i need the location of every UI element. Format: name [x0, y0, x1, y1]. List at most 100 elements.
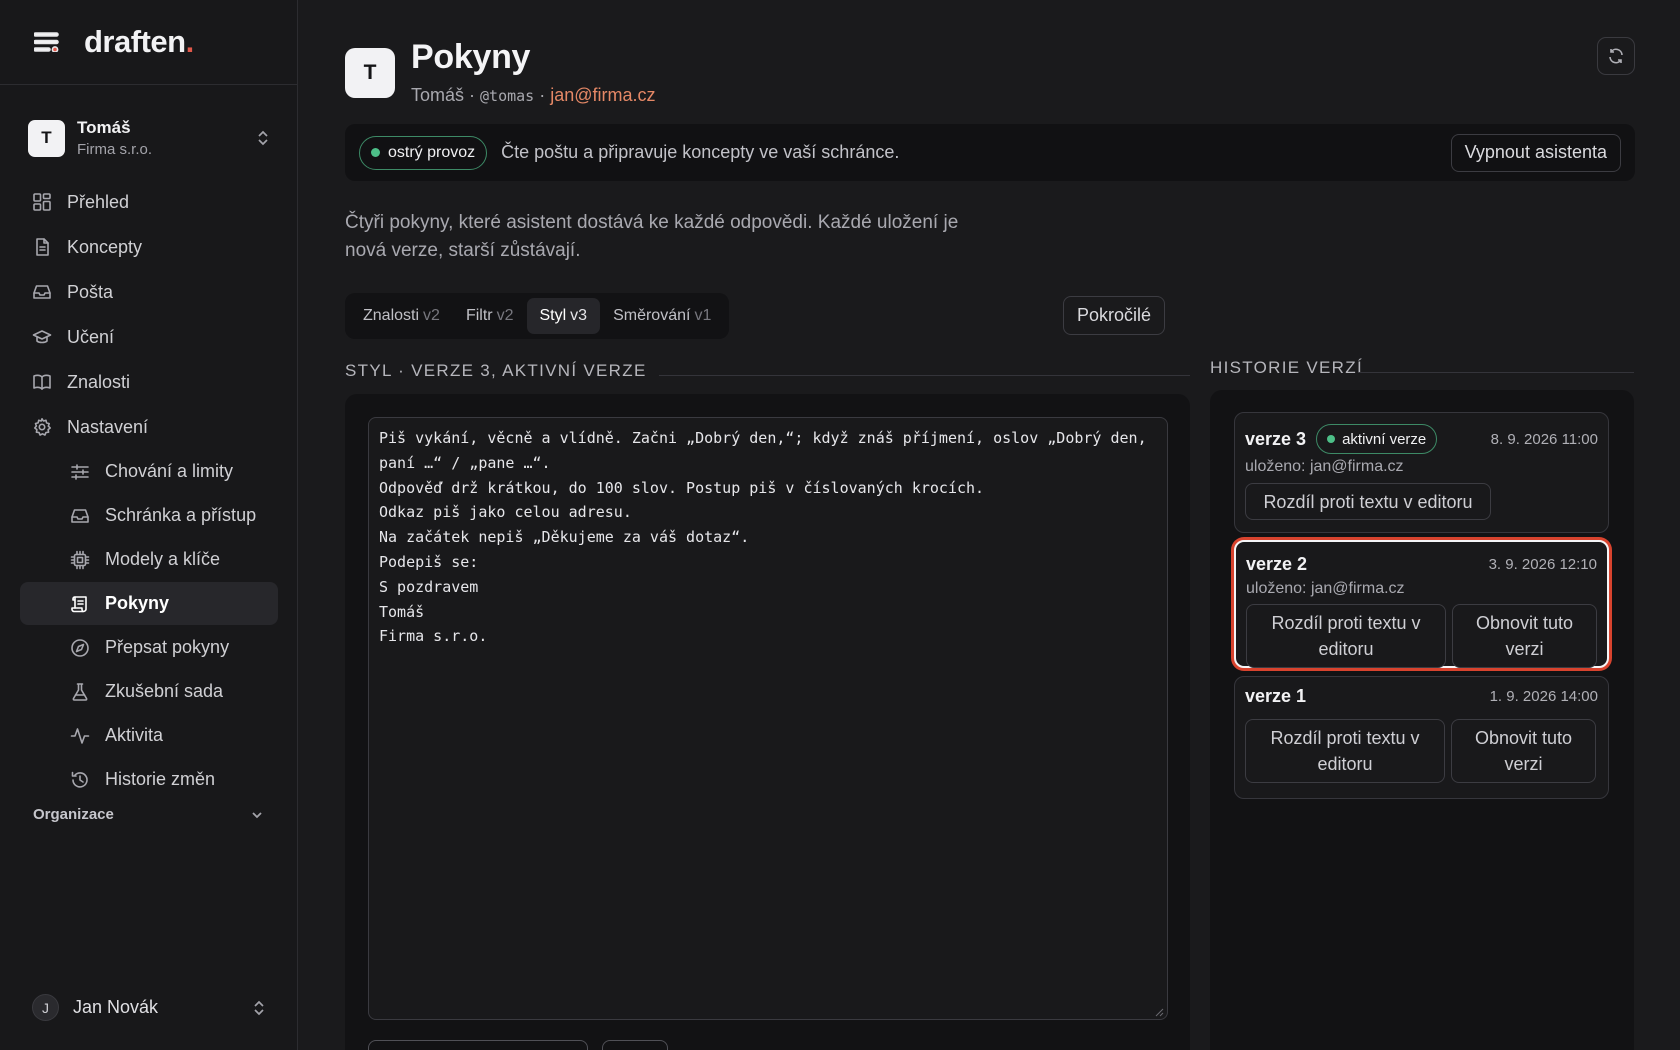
diff-button[interactable]: Rozdíl proti textu v editoru	[1245, 719, 1445, 783]
history-icon	[70, 770, 90, 790]
version-date: 8. 9. 2026 11:00	[1490, 430, 1598, 448]
sidebar-item-koncepty[interactable]: Koncepty	[20, 225, 278, 269]
history-section-label: HISTORIE VERZÍ	[1210, 358, 1363, 377]
tab-version: v3	[570, 307, 588, 324]
status-badge-label: ostrý provoz	[388, 143, 476, 161]
header-handle: @tomas	[480, 87, 535, 105]
page-title: Pokyny	[411, 38, 531, 76]
status-badge: ostrý provoz	[359, 135, 488, 170]
refresh-icon	[1607, 47, 1625, 65]
diff-button[interactable]: Rozdíl proti textu v editoru	[1246, 604, 1446, 668]
editor-panel: Piš vykání, věcně a vlídně. Začni „Dobrý…	[345, 394, 1190, 1050]
intro-text: Čtyři pokyny, které asistent dostává ke …	[345, 212, 959, 261]
sidebar-item-label: Modely a klíče	[105, 549, 221, 569]
chevron-down-icon	[249, 807, 265, 823]
advanced-button[interactable]: Pokročilé	[1063, 296, 1166, 335]
sidebar-item-pokyny[interactable]: Pokyny	[20, 582, 278, 625]
sidebar-item-modely-a-klice[interactable]: Modely a klíče	[20, 538, 278, 581]
separator: ·	[464, 85, 481, 105]
version-name: verze 2	[1246, 554, 1308, 574]
app-logo[interactable]: draften.	[84, 24, 194, 60]
sidebar-item-prepsat-pokyny[interactable]: Přepsat pokyny	[20, 626, 278, 669]
tab-version: v1	[694, 307, 712, 324]
page-avatar: T	[345, 48, 395, 98]
badge-label: aktivní verze	[1342, 430, 1427, 448]
inbox-icon	[32, 282, 52, 302]
tab-filtr[interactable]: Filtr v2	[453, 298, 527, 334]
sidebar-item-aktivita[interactable]: Aktivita	[20, 714, 278, 757]
secondary-button[interactable]	[602, 1040, 668, 1050]
header-email-link[interactable]: jan@firma.cz	[550, 85, 655, 105]
sidebar-item-uceni[interactable]: Učení	[20, 315, 278, 359]
instructions-editor[interactable]: Piš vykání, věcně a vlídně. Začni „Dobrý…	[368, 417, 1168, 1020]
instruction-tabs: Znalosti v2 Filtr v2 Styl v3 Směrování v1	[345, 293, 730, 339]
divider	[659, 375, 1190, 376]
workspace-name: Tomáš	[77, 118, 131, 137]
user-menu[interactable]: J Jan Novák	[32, 994, 268, 1021]
sidebar-item-label: Učení	[67, 326, 115, 347]
tab-znalosti[interactable]: Znalosti v2	[350, 298, 453, 334]
sidebar-item-label: Přehled	[67, 191, 130, 212]
restore-version-button[interactable]: Obnovit tuto verzi	[1451, 719, 1596, 783]
tab-styl[interactable]: Styl v3	[526, 298, 601, 334]
sidebar-item-posta[interactable]: Pošta	[20, 270, 278, 314]
brand-bar: draften.	[0, 0, 297, 85]
workspace-switcher[interactable]: T Tomáš Firma s.r.o.	[28, 112, 272, 164]
save-button[interactable]	[368, 1040, 588, 1050]
scroll-icon	[70, 594, 90, 614]
sidebar-item-zkusebni-sada[interactable]: Zkušební sada	[20, 670, 278, 713]
status-text: Čte poštu a připravuje koncepty ve vaší …	[501, 142, 900, 162]
version-date: 1. 9. 2026 14:00	[1489, 688, 1598, 705]
sidebar-item-schranka-a-pristup[interactable]: Schránka a přístup	[20, 494, 278, 537]
resize-handle-icon[interactable]	[1155, 1008, 1164, 1017]
tab-label: Filtr	[465, 307, 493, 324]
header-name: Tomáš	[411, 85, 465, 105]
sidebar-item-chovani-a-limity[interactable]: Chování a limity	[20, 450, 278, 493]
sidebar-item-prehled[interactable]: Přehled	[20, 180, 278, 224]
sidebar-item-label: Přepsat pokyny	[105, 637, 230, 657]
version-card-3: verze 3 aktivní verze 8. 9. 2026 11:00 u…	[1234, 412, 1609, 533]
chip-icon	[70, 550, 90, 570]
disable-assistant-button[interactable]: Vypnout asistenta	[1450, 133, 1621, 172]
organization-section-toggle[interactable]: Organizace	[33, 806, 265, 823]
sidebar-item-label: Znalosti	[67, 371, 131, 392]
active-version-badge: aktivní verze	[1316, 424, 1438, 454]
tab-label: Styl	[539, 307, 567, 324]
sidebar-item-historie-zmen[interactable]: Historie změn	[20, 758, 278, 801]
sidebar-item-nastaveni[interactable]: Nastavení	[20, 405, 278, 449]
status-dot-icon	[1327, 435, 1336, 443]
sidebar-item-znalosti[interactable]: Znalosti	[20, 360, 278, 404]
sidebar-item-label: Zkušební sada	[105, 681, 224, 701]
diff-button[interactable]: Rozdíl proti textu v editoru	[1245, 483, 1491, 520]
version-name: verze 3	[1245, 428, 1307, 449]
inbox-icon	[70, 506, 90, 526]
sidebar-item-label: Aktivita	[105, 725, 164, 745]
sidebar-item-label: Historie změn	[105, 769, 216, 789]
restore-version-button[interactable]: Obnovit tuto verzi	[1452, 604, 1597, 668]
avatar: J	[32, 994, 59, 1021]
version-date: 3. 9. 2026 12:10	[1488, 556, 1597, 573]
book-icon	[32, 372, 52, 392]
sidebar: draften. T Tomáš Firma s.r.o. Přehled Ko…	[0, 0, 298, 1050]
sidebar-item-label: Koncepty	[67, 236, 143, 257]
version-card-1: verze 1 1. 9. 2026 14:00 Rozdíl proti te…	[1234, 676, 1609, 799]
sidebar-item-label: Schránka a přístup	[105, 505, 257, 525]
assistant-status-bar: ostrý provoz Čte poštu a připravuje konc…	[345, 124, 1635, 181]
divider	[1358, 372, 1634, 373]
sidebar-item-label: Chování a limity	[105, 461, 234, 481]
refresh-button[interactable]	[1597, 37, 1635, 75]
flask-icon	[70, 682, 90, 702]
editor-section-label: STYL · VERZE 3, AKTIVNÍ VERZE	[345, 361, 647, 380]
user-name: Jan Novák	[73, 997, 159, 1017]
sidebar-nav: Přehled Koncepty Pošta Učení Znalosti Na…	[20, 180, 278, 802]
gear-icon	[32, 417, 52, 437]
menu-toggle-button[interactable]	[32, 27, 62, 57]
sidebar-item-label: Pošta	[67, 281, 114, 302]
graduation-cap-icon	[32, 327, 52, 347]
version-saved-by: uloženo: jan@firma.cz	[1246, 580, 1405, 597]
chevron-up-down-icon	[254, 129, 272, 147]
workspace-avatar: T	[28, 119, 65, 157]
tab-version: v2	[496, 307, 514, 324]
hamburger-icon	[34, 32, 60, 52]
tab-smerovani[interactable]: Směrování v1	[600, 298, 724, 334]
